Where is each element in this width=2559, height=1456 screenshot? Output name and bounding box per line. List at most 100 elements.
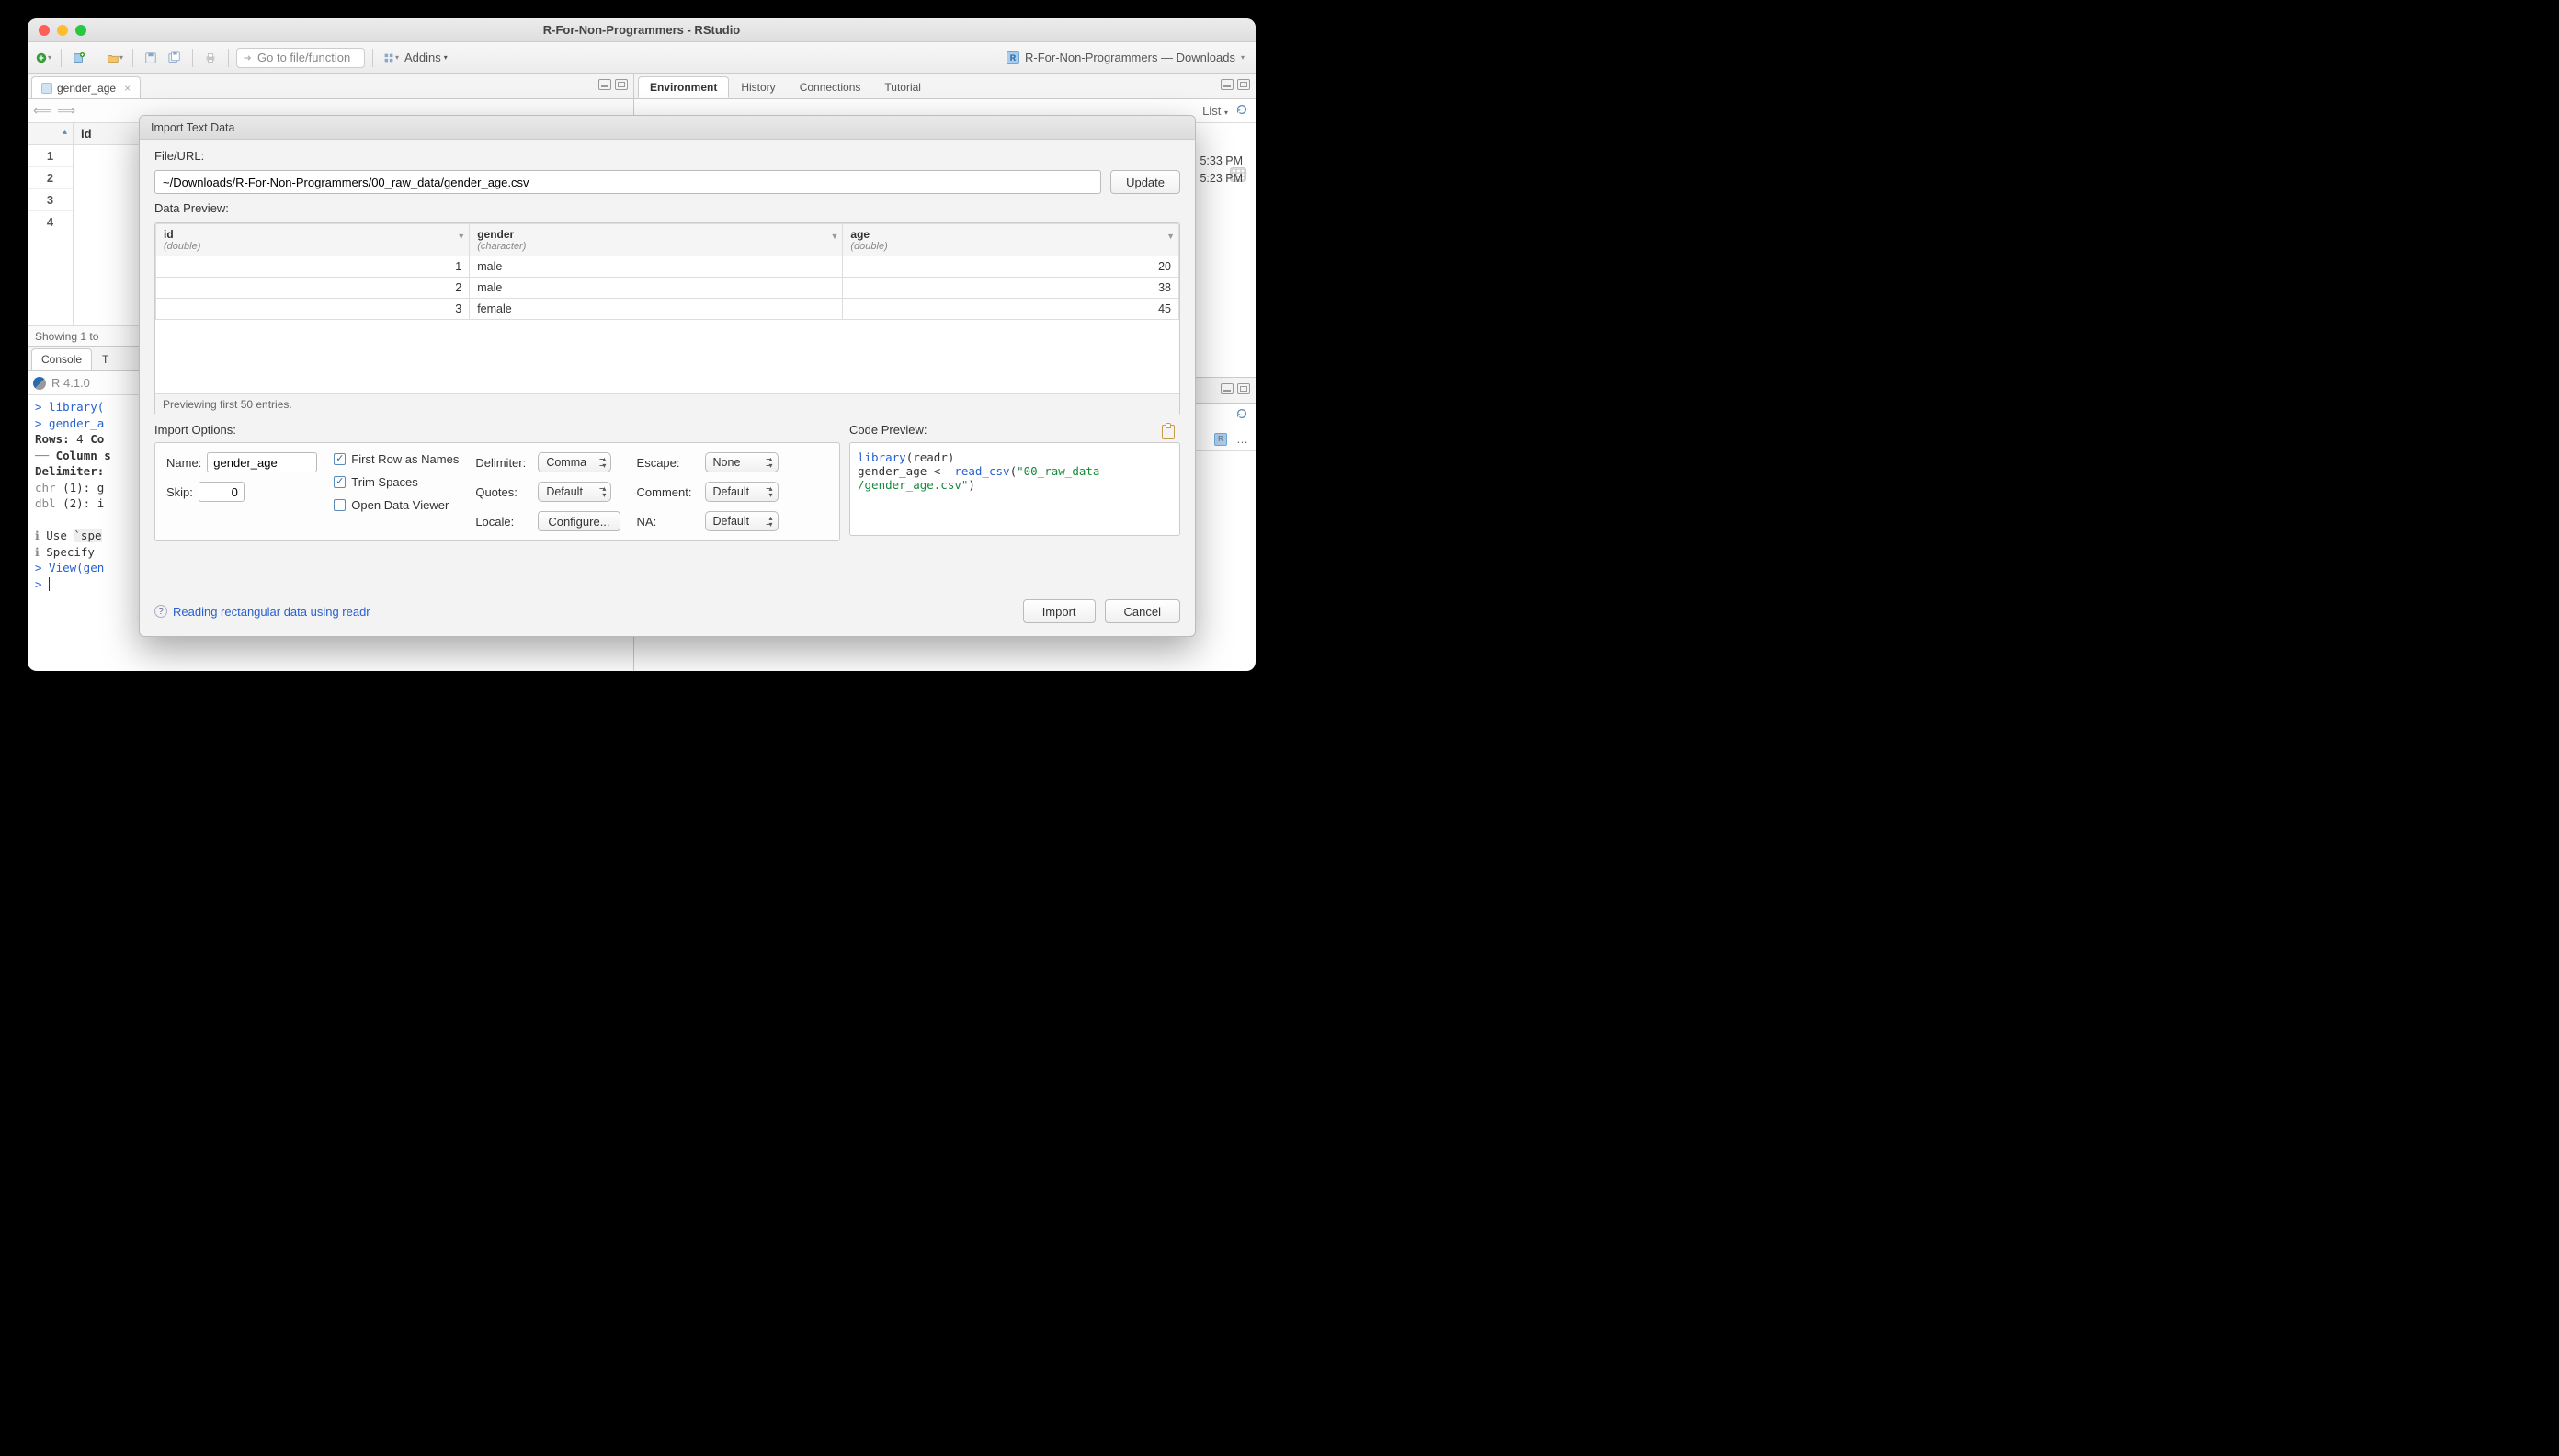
titlebar: R-For-Non-Programmers - RStudio — [28, 18, 1256, 42]
comment-label: Comment: — [637, 485, 699, 499]
project-icon: R — [1214, 433, 1227, 446]
comment-select[interactable]: Default▴▾ — [705, 482, 779, 502]
window-controls — [28, 25, 86, 36]
terminal-tab[interactable]: T — [92, 348, 119, 370]
escape-select[interactable]: None▴▾ — [705, 452, 779, 472]
preview-footer: Previewing first 50 entries. — [155, 393, 1179, 415]
preview-row: 1male20 — [156, 256, 1179, 278]
env-tabbar: Environment History Connections Tutorial — [634, 74, 1256, 99]
open-file-button[interactable]: ▾ — [105, 48, 125, 68]
row-number[interactable]: 3 — [28, 189, 73, 211]
project-icon: R — [1007, 51, 1019, 64]
tab-connections[interactable]: Connections — [788, 76, 873, 98]
maximize-pane-button[interactable] — [1237, 79, 1250, 90]
env-pane-controls — [1221, 79, 1250, 90]
minimize-window-button[interactable] — [57, 25, 68, 36]
na-label: NA: — [637, 515, 699, 529]
maximize-pane-button[interactable] — [1237, 383, 1250, 394]
help-link[interactable]: ? Reading rectangular data using readr — [154, 605, 370, 619]
locale-label: Locale: — [475, 515, 532, 529]
code-preview-label: Code Preview: — [849, 423, 1180, 437]
window-title: R-For-Non-Programmers - RStudio — [28, 23, 1256, 37]
build-button[interactable]: ▾ — [381, 48, 401, 68]
row-number[interactable]: 2 — [28, 167, 73, 189]
refresh-button[interactable] — [1235, 103, 1248, 119]
file-time: 5:23 PM — [1200, 170, 1243, 188]
file-url-label: File/URL: — [154, 149, 1180, 163]
tab-environment[interactable]: Environment — [638, 76, 729, 98]
refresh-button[interactable] — [1235, 407, 1248, 423]
code-preview[interactable]: library(readr) gender_age <- read_csv("0… — [849, 442, 1180, 536]
data-frame-icon — [41, 83, 52, 94]
file-time: 5:33 PM — [1200, 153, 1243, 170]
nav-back-button[interactable]: ⟸ — [33, 103, 51, 119]
first-row-checkbox[interactable]: ✓First Row as Names — [334, 452, 459, 466]
preview-col-age[interactable]: age(double)▼ — [843, 224, 1179, 256]
data-preview-table: id(double)▼ gender(character)▼ age(doubl… — [154, 222, 1180, 415]
name-input[interactable] — [207, 452, 317, 472]
minimize-pane-button[interactable] — [598, 79, 611, 90]
quotes-select[interactable]: Default▴▾ — [538, 482, 611, 502]
tab-history[interactable]: History — [729, 76, 787, 98]
cancel-button[interactable]: Cancel — [1105, 599, 1180, 623]
save-all-button[interactable] — [165, 48, 185, 68]
tab-tutorial[interactable]: Tutorial — [872, 76, 933, 98]
import-options-panel: Name: Skip: ✓First Row as Names ✓Trim Sp… — [154, 442, 840, 541]
quotes-label: Quotes: — [475, 485, 532, 499]
skip-input[interactable] — [199, 482, 245, 502]
clipboard-icon[interactable] — [1162, 425, 1175, 439]
import-options-label: Import Options: — [154, 423, 840, 437]
goto-placeholder: Go to file/function — [257, 51, 350, 64]
new-project-button[interactable] — [69, 48, 89, 68]
print-button[interactable] — [200, 48, 221, 68]
minimize-pane-button[interactable] — [1221, 383, 1234, 394]
row-number[interactable]: 4 — [28, 211, 73, 233]
dialog-title: Import Text Data — [140, 116, 1195, 140]
env-view-mode[interactable]: List ▾ — [1202, 104, 1228, 118]
new-file-button[interactable]: ▾ — [33, 48, 53, 68]
r-logo-icon — [33, 377, 46, 390]
goto-file-input[interactable]: Go to file/function — [236, 48, 365, 68]
preview-col-id[interactable]: id(double)▼ — [156, 224, 470, 256]
save-button[interactable] — [141, 48, 161, 68]
row-number[interactable]: 1 — [28, 145, 73, 167]
file-url-input[interactable] — [154, 170, 1101, 194]
nav-fwd-button[interactable]: ⟹ — [57, 103, 75, 119]
row-number-column: 1 2 3 4 — [28, 123, 74, 325]
data-preview-label: Data Preview: — [154, 201, 1180, 215]
import-button[interactable]: Import — [1023, 599, 1096, 623]
trim-spaces-checkbox[interactable]: ✓Trim Spaces — [334, 475, 459, 489]
close-window-button[interactable] — [39, 25, 50, 36]
file-times: 5:33 PM 5:23 PM — [1200, 153, 1243, 188]
delimiter-label: Delimiter: — [475, 456, 532, 470]
source-pane-controls — [598, 79, 628, 90]
na-select[interactable]: Default▴▾ — [705, 511, 779, 531]
close-tab-icon[interactable]: × — [124, 82, 131, 95]
skip-label: Skip: — [166, 485, 193, 499]
source-tabbar: gender_age × — [28, 74, 633, 99]
help-icon: ? — [154, 605, 167, 618]
open-viewer-checkbox[interactable]: Open Data Viewer — [334, 498, 459, 512]
escape-label: Escape: — [637, 456, 699, 470]
update-button[interactable]: Update — [1110, 170, 1180, 194]
r-version-label: R 4.1.0 — [51, 376, 90, 390]
dialog-footer: ? Reading rectangular data using readr I… — [140, 596, 1195, 636]
delimiter-select[interactable]: Comma▴▾ — [538, 452, 611, 472]
more-button[interactable]: … — [1236, 432, 1248, 446]
project-menu[interactable]: R R-For-Non-Programmers — Downloads ▾ — [1007, 51, 1250, 64]
preview-row: 3female45 — [156, 299, 1179, 320]
preview-col-gender[interactable]: gender(character)▼ — [470, 224, 843, 256]
source-tab-gender-age[interactable]: gender_age × — [31, 76, 141, 98]
import-text-data-dialog: Import Text Data File/URL: Update Data P… — [139, 115, 1196, 637]
zoom-window-button[interactable] — [75, 25, 86, 36]
minimize-pane-button[interactable] — [1221, 79, 1234, 90]
main-toolbar: ▾ ▾ Go to file/function ▾ Addins ▾ R R-F… — [28, 42, 1256, 74]
addins-menu[interactable]: Addins ▾ — [404, 51, 448, 64]
files-pane-controls — [1221, 383, 1250, 394]
maximize-pane-button[interactable] — [615, 79, 628, 90]
goto-arrow-icon — [243, 52, 254, 63]
preview-row: 2male38 — [156, 278, 1179, 299]
name-label: Name: — [166, 456, 201, 470]
locale-configure-button[interactable]: Configure... — [538, 511, 620, 531]
console-tab[interactable]: Console — [31, 348, 92, 370]
